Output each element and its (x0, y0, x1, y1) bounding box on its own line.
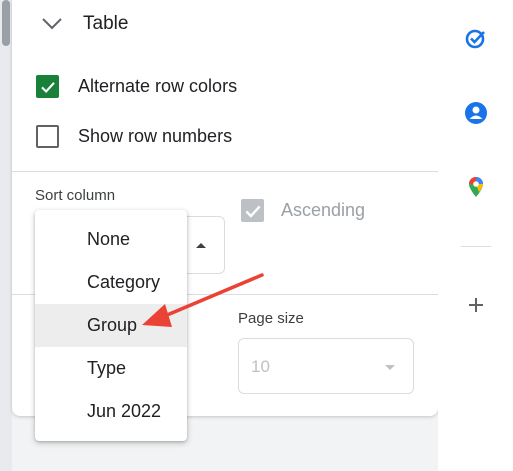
divider (461, 246, 491, 247)
annotation-arrow-icon (142, 273, 264, 327)
tasks-icon[interactable] (464, 26, 488, 50)
add-icon[interactable] (464, 293, 488, 317)
maps-icon[interactable] (464, 175, 488, 199)
side-panel (438, 0, 513, 471)
contacts-icon[interactable] (464, 101, 488, 125)
